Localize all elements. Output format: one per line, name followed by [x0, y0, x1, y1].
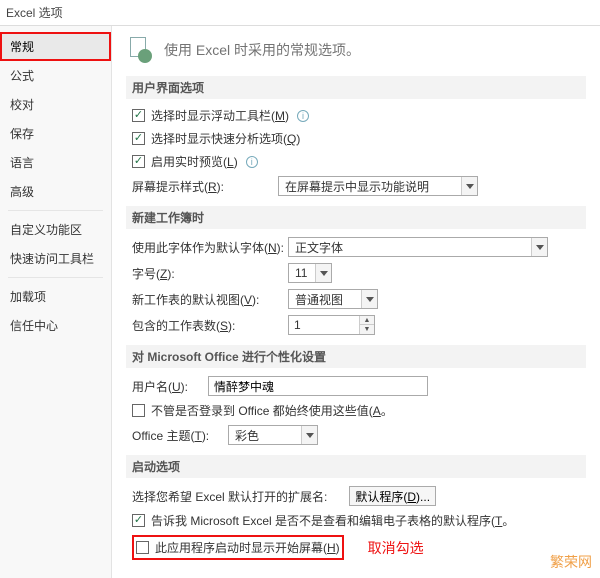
checkbox-show-start-screen[interactable] [136, 541, 149, 554]
sidebar-divider [8, 210, 103, 211]
sidebar-item-language[interactable]: 语言 [0, 148, 111, 177]
chevron-down-icon [461, 177, 477, 195]
input-username[interactable] [208, 376, 428, 396]
checkbox-quick-analysis[interactable] [132, 132, 145, 145]
row-default-font: 使用此字体作为默认字体(N): 正文字体 [132, 237, 586, 257]
sidebar-item-save[interactable]: 保存 [0, 119, 111, 148]
section-startup: 启动选项 [126, 455, 586, 478]
select-default-view[interactable]: 普通视图 [288, 289, 378, 309]
intro-text: 使用 Excel 时采用的常规选项。 [164, 40, 360, 60]
checkbox-always-use-values[interactable] [132, 404, 145, 417]
content-pane: 使用 Excel 时采用的常规选项。 用户界面选项 选择时显示浮动工具栏(M) … [112, 26, 600, 578]
sidebar-item-advanced[interactable]: 高级 [0, 177, 111, 206]
chevron-down-icon [301, 426, 317, 444]
sidebar-divider [8, 277, 103, 278]
sidebar-item-formulas[interactable]: 公式 [0, 61, 111, 90]
annotation-box: 此应用程序启动时显示开始屏幕(H) [132, 535, 344, 560]
select-default-font[interactable]: 正文字体 [288, 237, 548, 257]
spinner-sheet-count[interactable]: 1 ▲▼ [288, 315, 375, 335]
row-default-extensions: 选择您希望 Excel 默认打开的扩展名: 默认程序(D)... [132, 486, 586, 506]
label-default-extensions: 选择您希望 Excel 默认打开的扩展名: [132, 488, 327, 505]
label-default-view: 新工作表的默认视图(V): [132, 291, 282, 308]
row-tell-default: 告诉我 Microsoft Excel 是否不是查看和编辑电子表格的默认程序(T… [132, 512, 586, 529]
intro-row: 使用 Excel 时采用的常规选项。 [126, 36, 586, 64]
select-office-theme[interactable]: 彩色 [228, 425, 318, 445]
sidebar-item-proofing[interactable]: 校对 [0, 90, 111, 119]
section-ui-options: 用户界面选项 [126, 76, 586, 99]
sidebar: 常规 公式 校对 保存 语言 高级 自定义功能区 快速访问工具栏 加载项 信任中… [0, 26, 112, 578]
section-personalize: 对 Microsoft Office 进行个性化设置 [126, 345, 586, 368]
label-username: 用户名(U): [132, 378, 202, 395]
info-icon: i [246, 156, 258, 168]
window-title: Excel 选项 [0, 0, 600, 26]
row-quick-analysis: 选择时显示快速分析选项(Q) [132, 130, 586, 147]
chevron-down-icon [531, 238, 547, 256]
spinner-up-icon[interactable]: ▲ [360, 316, 374, 325]
row-username: 用户名(U): [132, 376, 586, 396]
checkbox-tell-default[interactable] [132, 514, 145, 527]
label-screentip-style: 屏幕提示样式(R): [132, 178, 272, 195]
label-live-preview: 启用实时预览(L) [151, 153, 238, 170]
sidebar-item-trust-center[interactable]: 信任中心 [0, 311, 111, 340]
row-default-view: 新工作表的默认视图(V): 普通视图 [132, 289, 586, 309]
chevron-down-icon [315, 264, 331, 282]
sidebar-item-general[interactable]: 常规 [0, 32, 111, 61]
label-always-use-values: 不管是否登录到 Office 都始终使用这些值(A。 [151, 402, 393, 419]
options-icon [126, 36, 154, 64]
row-screentip-style: 屏幕提示样式(R): 在屏幕提示中显示功能说明 [132, 176, 586, 196]
default-programs-button[interactable]: 默认程序(D)... [349, 486, 436, 506]
label-sheet-count: 包含的工作表数(S): [132, 317, 282, 334]
select-screentip-style[interactable]: 在屏幕提示中显示功能说明 [278, 176, 478, 196]
label-office-theme: Office 主题(T): [132, 427, 222, 444]
label-default-font: 使用此字体作为默认字体(N): [132, 239, 282, 256]
annotation-text: 取消勾选 [368, 538, 424, 558]
row-show-start-screen: 此应用程序启动时显示开始屏幕(H) 取消勾选 [132, 535, 586, 560]
row-font-size: 字号(Z): 11 [132, 263, 586, 283]
row-sheet-count: 包含的工作表数(S): 1 ▲▼ [132, 315, 586, 335]
row-always-use-values: 不管是否登录到 Office 都始终使用这些值(A。 [132, 402, 586, 419]
select-font-size[interactable]: 11 [288, 263, 332, 283]
label-font-size: 字号(Z): [132, 265, 282, 282]
label-show-start-screen: 此应用程序启动时显示开始屏幕(H) [155, 539, 340, 556]
row-office-theme: Office 主题(T): 彩色 [132, 425, 586, 445]
label-mini-toolbar: 选择时显示浮动工具栏(M) [151, 107, 289, 124]
label-tell-default: 告诉我 Microsoft Excel 是否不是查看和编辑电子表格的默认程序(T… [151, 512, 514, 529]
label-quick-analysis: 选择时显示快速分析选项(Q) [151, 130, 300, 147]
checkbox-live-preview[interactable] [132, 155, 145, 168]
info-icon: i [297, 110, 309, 122]
row-mini-toolbar: 选择时显示浮动工具栏(M) i [132, 107, 586, 124]
section-new-workbook: 新建工作簿时 [126, 206, 586, 229]
row-live-preview: 启用实时预览(L) i [132, 153, 586, 170]
sidebar-item-addins[interactable]: 加载项 [0, 282, 111, 311]
sidebar-item-quick-access[interactable]: 快速访问工具栏 [0, 244, 111, 273]
chevron-down-icon [361, 290, 377, 308]
main-container: 常规 公式 校对 保存 语言 高级 自定义功能区 快速访问工具栏 加载项 信任中… [0, 26, 600, 578]
sidebar-item-customize-ribbon[interactable]: 自定义功能区 [0, 215, 111, 244]
checkbox-mini-toolbar[interactable] [132, 109, 145, 122]
watermark: 繁荣网 [550, 552, 592, 572]
spinner-down-icon[interactable]: ▼ [360, 325, 374, 334]
